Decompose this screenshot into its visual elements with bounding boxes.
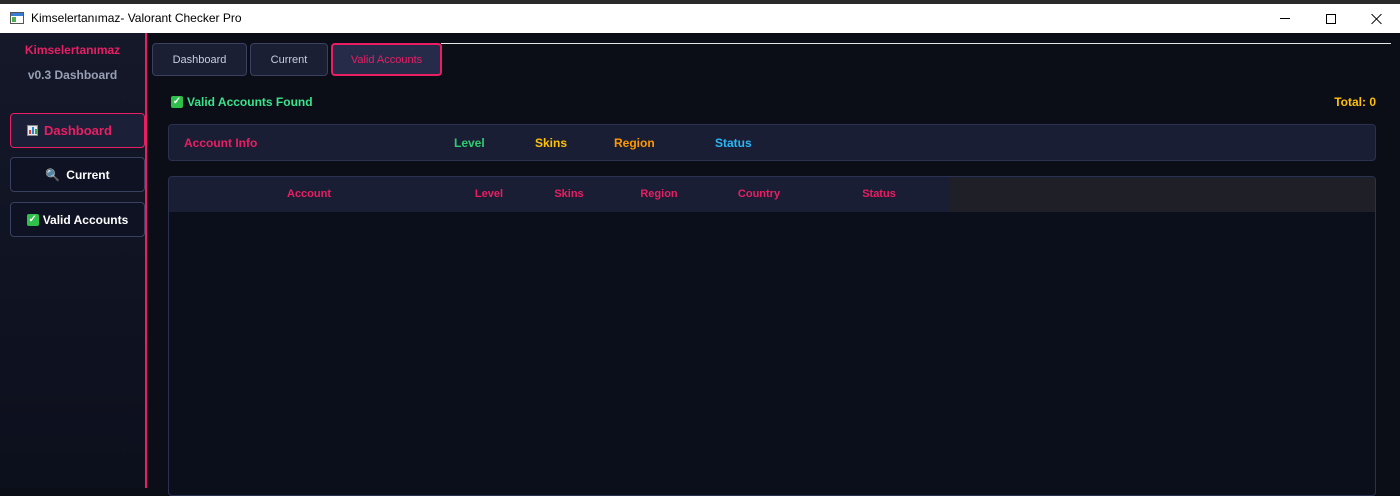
brand-name: Kimselertanımaz [24, 43, 121, 57]
sidebar-item-label: Dashboard [44, 123, 112, 138]
summary-account-info: Account Info [184, 136, 258, 150]
valid-accounts-found: ✓ Valid Accounts Found [171, 95, 313, 109]
column-header-level[interactable]: Level [459, 188, 519, 200]
version-label: v0.3 Dashboard [27, 68, 118, 82]
check-icon: ✓ [171, 96, 183, 108]
tab-current[interactable]: Current [250, 43, 328, 76]
table-header-filler [949, 177, 1375, 212]
column-header-skins[interactable]: Skins [539, 188, 599, 200]
total-count: Total: 0 [1334, 95, 1376, 109]
window-title: Kimselertanımaz- Valorant Checker Pro [31, 11, 242, 25]
search-icon: 🔍 [45, 167, 61, 182]
sidebar-item-dashboard[interactable]: Dashboard [10, 113, 145, 148]
sidebar-item-valid-accounts[interactable]: ✓ Valid Accounts [10, 202, 145, 237]
minimize-icon [1280, 18, 1290, 19]
sidebar: Kimselertanımaz v0.3 Dashboard Dashboard… [0, 33, 147, 488]
close-button[interactable] [1354, 4, 1400, 33]
summary-bar: Account Info Level Skins Region Status [168, 124, 1376, 161]
close-icon [1371, 13, 1383, 25]
tab-dashboard[interactable]: Dashboard [152, 43, 247, 76]
column-header-region[interactable]: Region [624, 188, 694, 200]
window-titlebar: Kimselertanımaz- Valorant Checker Pro [0, 4, 1400, 33]
app-icon [10, 12, 24, 24]
maximize-icon [1326, 13, 1336, 24]
tab-valid-accounts[interactable]: Valid Accounts [331, 43, 442, 76]
column-header-status[interactable]: Status [849, 188, 909, 200]
sidebar-item-current[interactable]: 🔍 Current [10, 157, 145, 192]
minimize-button[interactable] [1262, 4, 1308, 33]
sidebar-item-label: Current [66, 167, 110, 182]
summary-status: Status [715, 136, 752, 150]
summary-region: Region [614, 136, 655, 150]
tab-divider [441, 43, 1391, 44]
found-label: Valid Accounts Found [187, 95, 313, 109]
summary-skins: Skins [535, 136, 568, 150]
sidebar-item-label: Valid Accounts [42, 212, 129, 227]
summary-level: Level [454, 136, 485, 150]
column-header-country[interactable]: Country [724, 188, 794, 200]
check-icon: ✓ [26, 213, 39, 226]
table-header: Account Level Skins Region Country Statu… [169, 177, 949, 212]
maximize-button[interactable] [1308, 4, 1354, 33]
accounts-table[interactable]: Account Level Skins Region Country Statu… [168, 176, 1376, 496]
chart-icon [27, 125, 38, 136]
column-header-account[interactable]: Account [259, 188, 359, 200]
